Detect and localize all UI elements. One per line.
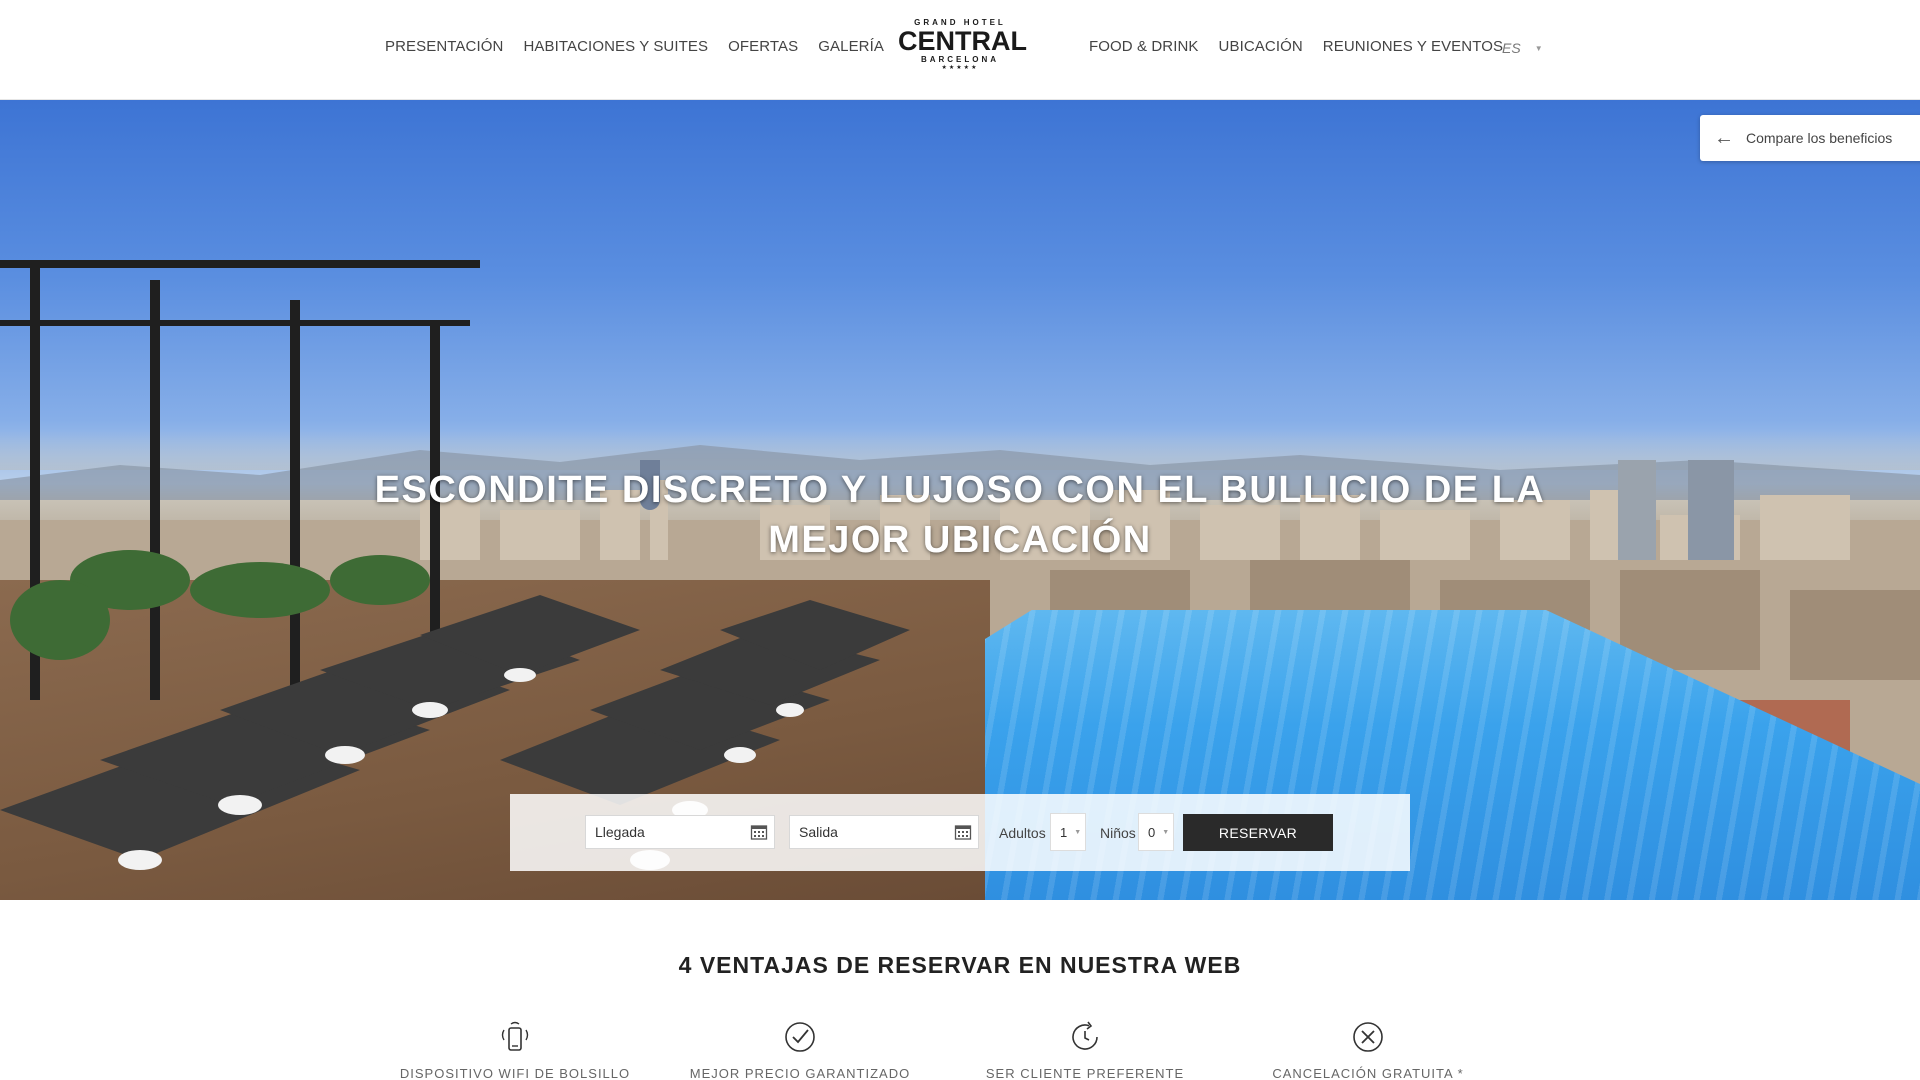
- advantage-label: SER CLIENTE PREFERENTE: [985, 1066, 1185, 1080]
- cancel-circle-icon: [1353, 1022, 1383, 1052]
- advantage-item-best-price: MEJOR PRECIO GARANTIZADO: [670, 1020, 930, 1080]
- hero-headline: ESCONDITE DISCRETO Y LUJOSO CON EL BULLI…: [374, 469, 1546, 561]
- reserve-button[interactable]: RESERVAR: [1183, 814, 1333, 851]
- advantage-item-wifi: DISPOSITIVO WIFI DE BOLSILLO: [385, 1020, 645, 1080]
- hero-banner: ESCONDITE DISCRETO Y LUJOSO CON EL BULLI…: [0, 100, 1920, 900]
- advantages-title: 4 VENTAJAS DE RESERVAR EN NUESTRA WEB: [678, 952, 1242, 978]
- advantage-item-preferred-client: SER CLIENTE PREFERENTE: [955, 1020, 1215, 1080]
- departure-date-field[interactable]: Salida: [789, 815, 979, 849]
- pocket-wifi-icon: [501, 1021, 529, 1051]
- site-header: PRESENTACIÓN HABITACIONES Y SUITES OFERT…: [0, 0, 1920, 100]
- nav-item-food-drink[interactable]: FOOD & DRINK: [1089, 38, 1199, 55]
- compare-benefits-label: Compare los beneficios: [1746, 130, 1893, 146]
- children-label: Niños: [1100, 825, 1136, 841]
- children-select[interactable]: 0 ▼: [1138, 813, 1174, 851]
- calendar-icon[interactable]: [954, 823, 972, 841]
- refresh-clock-icon: [1072, 1021, 1098, 1050]
- caret-down-icon: ▼: [1074, 828, 1082, 836]
- departure-date-placeholder: Salida: [799, 824, 838, 840]
- nav-item-ubicacion[interactable]: UBICACIÓN: [1219, 38, 1303, 55]
- main-nav-right: FOOD & DRINK UBICACIÓN REUNIONES Y EVENT…: [1089, 38, 1503, 55]
- logo-line-central: CENTRAL: [898, 26, 1027, 56]
- advantage-label: MEJOR PRECIO GARANTIZADO: [689, 1066, 911, 1080]
- caret-down-icon: ▼: [1162, 828, 1170, 836]
- arrival-date-placeholder: Llegada: [595, 824, 645, 840]
- check-circle-icon: [785, 1022, 815, 1052]
- compare-benefits-button[interactable]: ← Compare los beneficios: [1700, 115, 1920, 161]
- language-selector[interactable]: ES ▼: [1502, 40, 1543, 56]
- adults-value: 1: [1060, 824, 1068, 840]
- advantage-item-free-cancellation: CANCELACIÓN GRATUITA *: [1238, 1020, 1498, 1080]
- language-value: ES: [1502, 40, 1521, 56]
- adults-select[interactable]: 1 ▼: [1050, 813, 1086, 851]
- nav-item-habitaciones[interactable]: HABITACIONES Y SUITES: [523, 38, 708, 55]
- hotel-logo[interactable]: GRAND HOTEL CENTRAL BARCELONA ★★★★★: [898, 18, 1027, 78]
- advantage-label: CANCELACIÓN GRATUITA *: [1272, 1066, 1464, 1080]
- advantage-label: DISPOSITIVO WIFI DE BOLSILLO: [399, 1066, 631, 1080]
- nav-item-galeria[interactable]: GALERÍA: [818, 38, 884, 55]
- caret-down-icon: ▼: [1534, 43, 1543, 53]
- main-nav-left: PRESENTACIÓN HABITACIONES Y SUITES OFERT…: [385, 38, 884, 55]
- nav-item-ofertas[interactable]: OFERTAS: [728, 38, 798, 55]
- children-value: 0: [1148, 824, 1156, 840]
- nav-item-presentacion[interactable]: PRESENTACIÓN: [385, 38, 503, 55]
- arrival-date-field[interactable]: Llegada: [585, 815, 775, 849]
- logo-stars: ★★★★★: [941, 65, 979, 71]
- booking-bar: Llegada Salida Adultos 1 ▼ Niños 0 ▼ RES…: [510, 794, 1410, 871]
- adults-label: Adultos: [999, 825, 1046, 841]
- calendar-icon[interactable]: [750, 823, 768, 841]
- nav-item-reuniones[interactable]: REUNIONES Y EVENTOS: [1323, 38, 1503, 55]
- logo-line-barcelona: BARCELONA: [920, 55, 1000, 64]
- arrow-left-icon: ←: [1714, 127, 1734, 149]
